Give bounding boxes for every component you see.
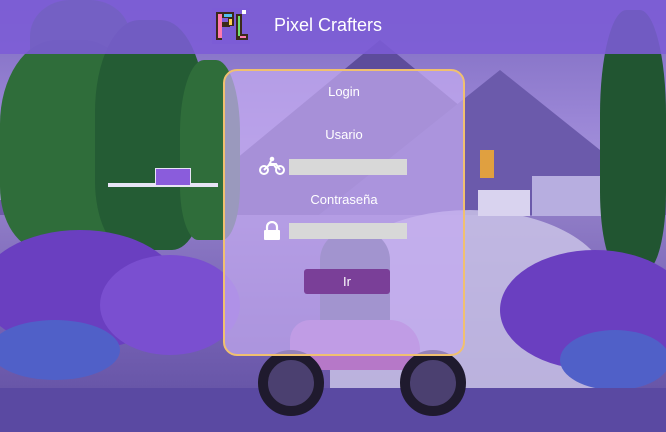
password-input[interactable]: [289, 223, 407, 239]
wheel: [400, 350, 466, 416]
app-title: Pixel Crafters: [274, 15, 383, 35]
mailbox: [155, 168, 191, 186]
pixel-crafters-logo-icon: [212, 8, 250, 44]
lavender-bush: [100, 255, 240, 355]
street-lamp: [480, 150, 494, 178]
login-card: Login Usario Contraseña Ir: [223, 69, 465, 356]
submit-button[interactable]: Ir: [304, 269, 390, 294]
password-label: Contraseña: [310, 192, 378, 207]
username-label: Usario: [325, 127, 363, 142]
username-input[interactable]: [289, 159, 407, 175]
wheel: [258, 350, 324, 416]
lock-icon: [264, 221, 280, 240]
motorcycle-icon: [259, 156, 285, 175]
blue-bush: [560, 330, 666, 390]
top-bar: Pixel Crafters: [0, 0, 666, 54]
login-title: Login: [328, 84, 360, 99]
house: [478, 190, 530, 216]
